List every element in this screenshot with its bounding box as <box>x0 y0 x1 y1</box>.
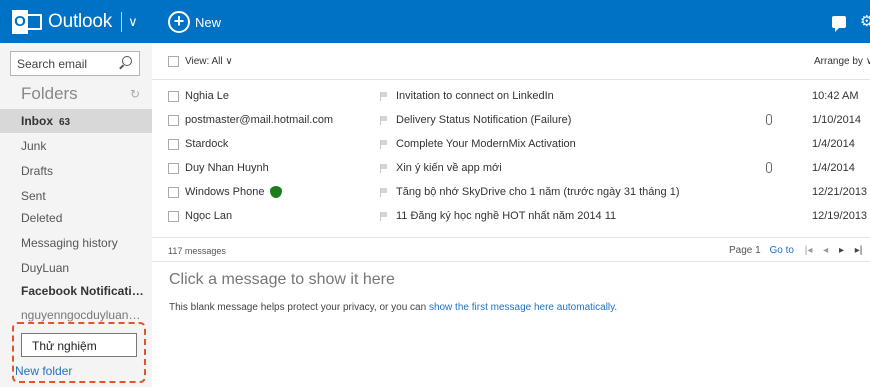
sidebar-item-account[interactable]: nguyenngocduyluan@... <box>21 308 147 322</box>
flag-icon[interactable] <box>380 212 387 221</box>
sidebar-item-junk[interactable]: Junk <box>21 139 46 153</box>
message-subject: Xin ý kiến về app mới <box>396 162 502 174</box>
next-page-icon[interactable]: ▸ <box>839 245 844 256</box>
messenger-icon[interactable] <box>832 16 846 32</box>
chevron-down-icon[interactable]: ∨ <box>128 14 138 30</box>
message-subject: Invitation to connect on LinkedIn <box>396 90 554 102</box>
flag-icon[interactable] <box>380 164 387 173</box>
gear-icon[interactable]: ⚙ <box>860 14 870 29</box>
highlight-box: Thử nghiệm New folder <box>12 322 146 383</box>
message-subject: Tăng bộ nhớ SkyDrive cho 1 năm (trước ng… <box>396 186 680 198</box>
message-checkbox[interactable] <box>168 91 179 102</box>
message-list-toolbar: View: All ∨ Arrange by ∨ <box>152 43 870 80</box>
outlook-logo-icon: O <box>12 10 42 34</box>
app-name: Outlook <box>48 11 113 32</box>
flag-icon[interactable] <box>380 116 387 125</box>
message-sender: Nghia Le <box>185 90 230 102</box>
first-page-icon[interactable]: |◂ <box>805 245 813 256</box>
new-folder-link[interactable]: New folder <box>15 364 72 378</box>
envelope-icon <box>26 14 42 30</box>
message-sender: Stardock <box>185 138 229 150</box>
plus-circle-icon: + <box>168 11 190 33</box>
new-folder-name-input[interactable]: Thử nghiệm <box>21 333 137 357</box>
message-checkbox[interactable] <box>168 115 179 126</box>
sidebar-item-inbox[interactable]: Inbox 63 <box>0 109 152 133</box>
attachment-icon <box>766 162 772 173</box>
folders-heading: Folders <box>21 84 78 103</box>
privacy-notice: This blank message helps protect your pr… <box>169 302 429 313</box>
view-filter-dropdown[interactable]: View: All ∨ <box>185 56 233 67</box>
folder-sidebar: Search email Folders ↻ Inbox 63 Junk Draf… <box>0 43 152 387</box>
brand-divider <box>121 12 123 32</box>
message-list-pane: View: All ∨ Arrange by ∨ Nghia Le Invita… <box>152 43 870 387</box>
refresh-icon[interactable]: ↻ <box>130 87 140 101</box>
goto-page-link[interactable]: Go to <box>769 245 793 256</box>
sidebar-item-facebook-notifications[interactable]: Facebook Notificatio... <box>21 284 147 298</box>
message-date: 1/4/2014 <box>812 138 855 150</box>
message-sender: Windows Phone <box>185 186 265 198</box>
message-checkbox[interactable] <box>168 211 179 222</box>
message-row[interactable]: Duy Nhan Huynh Xin ý kiến về app mới 1/4… <box>152 158 870 178</box>
message-date: 1/10/2014 <box>812 114 861 126</box>
message-count: 117 messages <box>168 246 226 256</box>
message-checkbox[interactable] <box>168 187 179 198</box>
message-sender: Ngọc Lan <box>185 210 233 222</box>
show-first-message-link[interactable]: show the first message here automaticall… <box>429 302 617 313</box>
top-right-icons: ⚙ <box>832 12 870 32</box>
unread-count-badge: 63 <box>59 117 71 128</box>
message-sender: Duy Nhan Huynh <box>185 162 269 174</box>
message-subject: Delivery Status Notification (Failure) <box>396 114 572 126</box>
attachment-icon <box>766 114 772 125</box>
search-input[interactable]: Search email <box>10 51 140 76</box>
last-page-icon[interactable]: ▸| <box>855 245 863 256</box>
new-message-label: New <box>195 14 222 30</box>
message-row[interactable]: Nghia Le Invitation to connect on Linked… <box>152 86 870 106</box>
message-date: 12/19/2013 <box>812 210 868 222</box>
outlook-logo-letter: O <box>12 10 28 34</box>
message-subject: Complete Your ModernMix Activation <box>396 138 576 150</box>
message-date: 12/21/2013 <box>812 186 868 198</box>
outlook-brand-menu[interactable]: O Outlook ∨ <box>12 9 138 35</box>
message-list-footer: 117 messages Page 1 Go to |◂ ◂ ▸ ▸| <box>152 237 870 262</box>
new-message-button[interactable]: + New <box>168 10 221 34</box>
arrange-by-dropdown[interactable]: Arrange by ∨ <box>814 56 870 67</box>
message-row[interactable]: Stardock Complete Your ModernMix Activat… <box>152 134 870 154</box>
sidebar-item-drafts[interactable]: Drafts <box>21 164 53 178</box>
message-row[interactable]: Windows Phone Tăng bộ nhớ SkyDrive cho 1… <box>152 182 870 202</box>
search-icon[interactable] <box>122 56 132 66</box>
pagination: Page 1 Go to |◂ ◂ ▸ ▸| <box>729 245 862 256</box>
reading-pane-title: Click a message to show it here <box>169 271 395 288</box>
message-date: 10:42 AM <box>812 90 859 102</box>
flag-icon[interactable] <box>380 92 387 101</box>
search-placeholder: Search email <box>17 57 88 71</box>
sidebar-item-deleted[interactable]: Deleted <box>21 211 62 225</box>
message-checkbox[interactable] <box>168 139 179 150</box>
sidebar-item-label: Inbox <box>21 114 53 128</box>
verified-shield-icon <box>270 186 282 198</box>
top-bar: O Outlook ∨ + New ⚙ <box>0 0 870 43</box>
message-sender: postmaster@mail.hotmail.com <box>185 114 334 126</box>
message-checkbox[interactable] <box>168 163 179 174</box>
page-indicator: Page 1 <box>729 245 761 256</box>
message-row[interactable]: Ngọc Lan 11 Đăng ký học nghề HOT nhất nă… <box>152 206 870 226</box>
message-row[interactable]: postmaster@mail.hotmail.com Delivery Sta… <box>152 110 870 130</box>
flag-icon[interactable] <box>380 140 387 149</box>
message-date: 1/4/2014 <box>812 162 855 174</box>
previous-page-icon[interactable]: ◂ <box>823 245 828 256</box>
reading-pane-text: This blank message helps protect your pr… <box>169 302 617 313</box>
select-all-checkbox[interactable] <box>168 56 179 67</box>
sidebar-item-messaging-history[interactable]: Messaging history <box>21 236 118 250</box>
message-subject: 11 Đăng ký học nghề HOT nhất năm 2014 11 <box>396 210 617 222</box>
flag-icon[interactable] <box>380 188 387 197</box>
sidebar-item-duyluan[interactable]: DuyLuan <box>21 261 69 275</box>
sidebar-item-sent[interactable]: Sent <box>21 189 46 203</box>
